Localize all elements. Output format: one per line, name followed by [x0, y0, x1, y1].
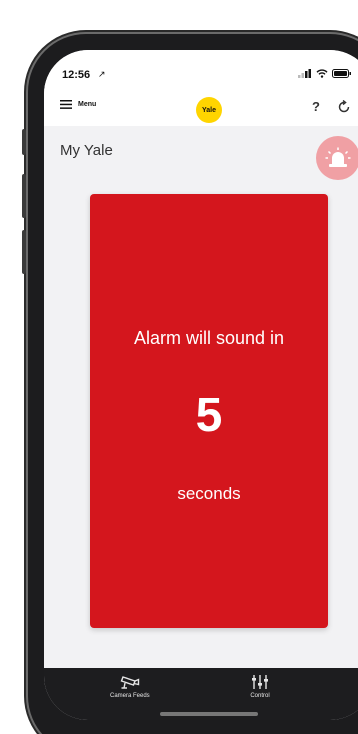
- hamburger-icon: [60, 100, 72, 109]
- alarm-countdown-value: 5: [195, 389, 223, 442]
- wifi-icon: [316, 69, 328, 78]
- battery-icon: [332, 69, 351, 78]
- alarm-countdown-unit: seconds: [177, 484, 241, 503]
- nav-camera-feeds[interactable]: Camera Feeds: [110, 674, 150, 699]
- menu-label: Menu: [78, 101, 97, 108]
- app-screenshot: 12:56 ↗ Menu Yale ? My Yale Alarm will s…: [0, 0, 358, 734]
- phone-screen: 12:56 ↗ Menu Yale ? My Yale Alarm will s…: [44, 50, 358, 720]
- page-title: My Yale: [60, 142, 113, 159]
- nav-control[interactable]: Control: [250, 674, 270, 699]
- help-button[interactable]: ?: [312, 99, 320, 114]
- camera-icon: [120, 676, 140, 689]
- volume-up-button: [22, 174, 26, 218]
- status-icons: [298, 69, 352, 78]
- home-indicator[interactable]: [160, 712, 258, 716]
- status-bar: 12:56 ↗: [44, 50, 358, 90]
- yale-logo: Yale: [196, 97, 222, 123]
- bottom-nav: Camera Feeds Control: [44, 668, 358, 720]
- alarm-countdown-card: Alarm will sound in 5 seconds: [90, 194, 328, 628]
- app-header: Menu Yale ?: [44, 90, 358, 126]
- nav-label-camera-feeds: Camera Feeds: [110, 693, 150, 699]
- nav-label-control: Control: [250, 693, 270, 699]
- status-time: 12:56: [62, 69, 91, 81]
- sliders-icon: [252, 675, 268, 689]
- alarm-button[interactable]: [316, 136, 358, 180]
- alarm-message: Alarm will sound in: [133, 328, 285, 348]
- mute-switch: [22, 129, 26, 155]
- menu-button[interactable]: Menu: [60, 100, 96, 109]
- location-icon: ↗: [98, 69, 106, 79]
- volume-down-button: [22, 230, 26, 274]
- signal-icon: [298, 69, 311, 78]
- refresh-icon[interactable]: [337, 100, 351, 114]
- siren-icon: [325, 147, 351, 167]
